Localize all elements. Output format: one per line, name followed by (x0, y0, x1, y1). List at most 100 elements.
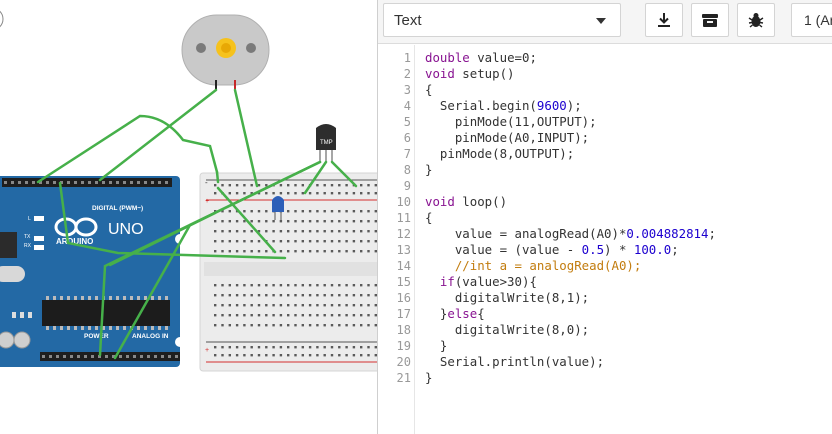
code-line[interactable]: }else{ (425, 306, 485, 321)
code-line[interactable]: if(value>30){ (425, 274, 537, 289)
code-token: pinMode(A0,INPUT); (425, 130, 590, 145)
line-number: 4 (403, 99, 411, 113)
code-token: ; (708, 226, 716, 241)
line-number: 15 (396, 275, 411, 289)
code-line[interactable]: digitalWrite(8,1); (425, 290, 589, 305)
zoom-control[interactable] (0, 8, 4, 30)
motor-screw (196, 43, 206, 53)
code-line[interactable]: { (425, 82, 432, 97)
circuit-drawing: + - + ARDUINO UNO DIGITAL (PWM~) POWER A… (0, 8, 377, 372)
line-number: 11 (396, 211, 411, 225)
code-line[interactable]: digitalWrite(8,0); (425, 322, 589, 337)
code-line[interactable]: pinMode(A0,INPUT); (425, 130, 589, 145)
code-token: ); (566, 98, 582, 113)
bug-icon (748, 13, 764, 28)
rx-label: RX (24, 243, 32, 249)
code-line[interactable]: } (425, 370, 432, 385)
code-token: pinMode(8,OUTPUT); (425, 146, 575, 161)
svg-text:-: - (205, 178, 208, 187)
code-token: } (425, 370, 433, 385)
code-line[interactable]: double value=0; (425, 50, 537, 65)
code-line[interactable]: value = analogRead(A0)*0.004882814; (425, 226, 716, 241)
serial-device-value: 1 (Ar (804, 12, 832, 28)
line-number-gutter: 1 2 3 4 5 6 7 8 9 10 11 12 13 14 15 16 17 18 19 20 21 (378, 45, 415, 434)
code-token: 100.0 (633, 242, 672, 257)
code-line[interactable]: //int a = analogRead(A0); (425, 258, 642, 273)
code-token: loop() (454, 194, 508, 209)
code-token: } (425, 162, 433, 177)
code-line[interactable]: } (425, 162, 432, 177)
line-number: 14 (396, 259, 411, 273)
wire (233, 88, 259, 188)
code-token: ) * (604, 242, 634, 257)
line-number: 16 (396, 291, 411, 305)
code-token: else (447, 306, 478, 321)
arduino-model-label: UNO (108, 221, 144, 238)
line-number: 17 (396, 307, 411, 321)
wire (98, 88, 218, 182)
tx-label: TX (24, 234, 31, 240)
motor-screw (246, 43, 256, 53)
components-icon (702, 14, 718, 27)
code-line[interactable]: { (425, 210, 432, 225)
line-number: 7 (403, 147, 411, 161)
code-line[interactable]: Serial.begin(9600); (425, 98, 582, 113)
usb-block (0, 232, 17, 258)
line-number: 5 (403, 115, 411, 129)
code-token: 0.5 (581, 242, 605, 257)
code-token: (value>30){ (454, 274, 537, 289)
tmp-sensor-label: TMP (320, 140, 333, 146)
line-number: 19 (396, 339, 411, 353)
code-token: } (425, 306, 448, 321)
code-editor[interactable]: 1 2 3 4 5 6 7 8 9 10 11 12 13 14 15 16 17 18 19 20 21 double… (378, 45, 832, 434)
code-line[interactable]: pinMode(11,OUTPUT); (425, 114, 597, 129)
code-line[interactable]: value = (value - 0.5) * 100.0; (425, 242, 679, 257)
wire (215, 170, 220, 184)
dc-motor[interactable] (181, 14, 270, 90)
breadboard[interactable]: + - + (199, 172, 377, 372)
code-line[interactable]: pinMode(8,OUTPUT); (425, 146, 574, 161)
atmega-chip (42, 300, 170, 326)
debugger-button[interactable] (737, 3, 775, 37)
capacitor (0, 331, 15, 349)
analog-in-label: ANALOG IN (132, 333, 169, 340)
line-number: 3 (403, 83, 411, 97)
line-number: 1 (403, 51, 411, 65)
code-token: void (425, 66, 455, 81)
components-library-button[interactable] (691, 3, 729, 37)
circuit-canvas[interactable]: + - + ARDUINO UNO DIGITAL (PWM~) POWER A… (0, 0, 377, 434)
line-number: 2 (403, 67, 411, 81)
line-number: 8 (403, 163, 411, 177)
code-token: Serial.begin( (425, 98, 537, 113)
code-line[interactable]: } (425, 338, 447, 353)
code-token: value = analogRead(A0)* (425, 226, 627, 241)
l-led-label: L (28, 216, 31, 222)
code-mode-dropdown[interactable]: Text (383, 3, 621, 37)
download-icon (658, 13, 670, 27)
line-number: 10 (396, 195, 411, 209)
code-token: value = (value - (425, 242, 582, 257)
code-editor-panel: Text 1 (Ar 1 2 3 4 5 6 7 8 9 10 11 12 13 14… (378, 0, 832, 434)
download-code-button[interactable] (645, 3, 683, 37)
code-token: { (477, 306, 485, 321)
code-token: 9600 (536, 98, 567, 113)
code-token: //int a = analogRead(A0); (425, 258, 642, 273)
code-line[interactable]: Serial.println(value); (425, 354, 604, 369)
power-label: POWER (84, 333, 109, 340)
capacitor (13, 331, 31, 349)
svg-text:+: + (205, 198, 209, 205)
code-token: void (425, 194, 455, 209)
code-toolbar: Text 1 (Ar (378, 0, 832, 44)
line-number: 18 (396, 323, 411, 337)
svg-text:+: + (205, 347, 209, 354)
wire (36, 114, 219, 184)
digital-header-label: DIGITAL (PWM~) (92, 205, 143, 212)
code-token: digitalWrite(8,0); (425, 322, 590, 337)
code-line[interactable]: void setup() (425, 66, 515, 81)
code-token: { (425, 82, 433, 97)
code-line[interactable]: void loop() (425, 194, 507, 209)
line-number: 9 (403, 179, 411, 193)
code-token: Serial.println(value); (425, 354, 605, 369)
serial-device-dropdown[interactable]: 1 (Ar (791, 3, 832, 37)
